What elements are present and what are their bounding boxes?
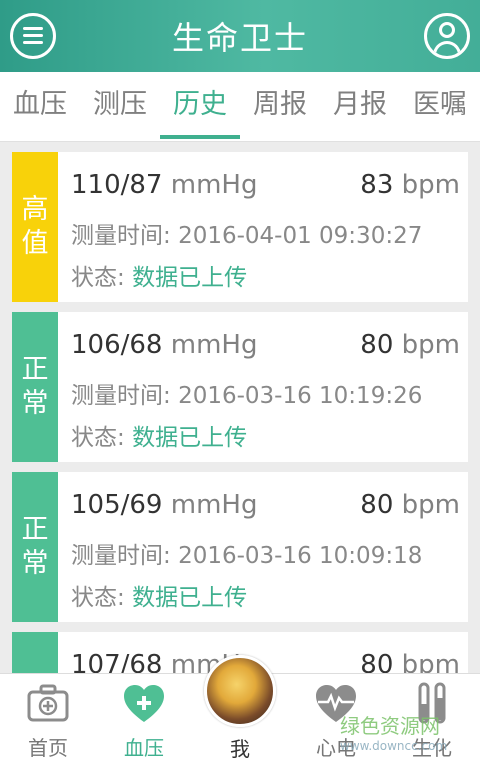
hr-number: 83 (360, 170, 394, 200)
blood-pressure-value: 106/68 mmHg (71, 330, 257, 360)
tab-bar: 血压 测压 历史 周报 月报 医嘱 (0, 72, 480, 142)
time-label: 测量时间: (71, 223, 171, 249)
time-label: 测量时间: (71, 383, 171, 409)
bp-unit: mmHg (170, 330, 258, 360)
status-label: 状态: (71, 425, 125, 451)
hr-unit: bpm (401, 650, 460, 673)
bp-number: 106/68 (71, 330, 163, 360)
time-value: 2016-04-01 09:30:27 (178, 223, 423, 249)
status-badge: 高值 (12, 152, 58, 302)
app-header: 生命卫士 (0, 0, 480, 72)
hr-unit: bpm (401, 330, 460, 360)
avatar[interactable] (204, 655, 276, 727)
bp-number: 107/68 (71, 650, 163, 673)
measure-time: 测量时间: 2016-03-16 10:09:18 (71, 536, 422, 570)
status-badge: 正常 (12, 472, 58, 622)
hr-number: 80 (360, 330, 394, 360)
time-value: 2016-03-16 10:19:26 (178, 383, 423, 409)
status-badge: 正常 (12, 632, 58, 673)
active-tab-indicator (160, 135, 240, 139)
upload-status: 状态: 数据已上传 (71, 578, 247, 612)
nav-label: 血压 (124, 736, 164, 760)
bp-number: 105/69 (71, 490, 163, 520)
tab-doctor-advice[interactable]: 医嘱 (400, 72, 480, 142)
watermark-text: 绿色资源网 (340, 714, 440, 738)
tab-blood-pressure[interactable]: 血压 (0, 72, 80, 142)
tab-monthly-report[interactable]: 月报 (320, 72, 400, 142)
heart-rate-value: 80 bpm (360, 330, 460, 360)
blood-pressure-value: 105/69 mmHg (71, 490, 257, 520)
status-badge: 正常 (12, 312, 58, 462)
hr-number: 80 (360, 650, 394, 673)
menu-icon[interactable] (10, 13, 56, 59)
hr-unit: bpm (401, 170, 460, 200)
time-value: 2016-03-16 10:09:18 (178, 543, 423, 569)
history-record[interactable]: 正常 106/68 mmHg 80 bpm 测量时间: 2016-03-16 1… (12, 312, 468, 462)
history-record[interactable]: 正常 105/69 mmHg 80 bpm 测量时间: 2016-03-16 1… (12, 472, 468, 622)
watermark: 绿色资源网 www.downcc.com (340, 710, 475, 754)
status-label: 状态: (71, 585, 125, 611)
bp-number: 110/87 (71, 170, 163, 200)
watermark-url: www.downcc.com (340, 739, 448, 753)
tab-weekly-report[interactable]: 周报 (240, 72, 320, 142)
measure-time: 测量时间: 2016-04-01 09:30:27 (71, 216, 422, 250)
status-value: 数据已上传 (132, 265, 248, 291)
blood-pressure-value: 110/87 mmHg (71, 170, 257, 200)
status-value: 数据已上传 (132, 585, 248, 611)
heart-rate-value: 83 bpm (360, 170, 460, 200)
hr-unit: bpm (401, 490, 460, 520)
upload-status: 状态: 数据已上传 (71, 418, 247, 452)
status-label: 状态: (71, 265, 125, 291)
user-icon[interactable] (424, 13, 470, 59)
hr-number: 80 (360, 490, 394, 520)
heart-rate-value: 80 bpm (360, 650, 460, 673)
nav-home[interactable]: 首页 (0, 674, 96, 761)
heart-rate-value: 80 bpm (360, 490, 460, 520)
upload-status: 状态: 数据已上传 (71, 258, 247, 292)
heart-plus-icon (124, 685, 164, 722)
nav-label: 首页 (28, 736, 68, 760)
history-list[interactable]: 高值 110/87 mmHg 83 bpm 测量时间: 2016-04-01 0… (0, 142, 480, 673)
measure-time: 测量时间: 2016-03-16 10:19:26 (71, 376, 422, 410)
tab-measure[interactable]: 测压 (80, 72, 160, 142)
bp-unit: mmHg (170, 490, 258, 520)
bp-unit: mmHg (170, 170, 258, 200)
nav-me-label[interactable]: 我 (204, 733, 276, 761)
time-label: 测量时间: (71, 543, 171, 569)
history-record[interactable]: 高值 110/87 mmHg 83 bpm 测量时间: 2016-04-01 0… (12, 152, 468, 302)
tab-history[interactable]: 历史 (160, 72, 240, 142)
status-value: 数据已上传 (132, 425, 248, 451)
app-title: 生命卫士 (171, 19, 308, 57)
nav-blood-pressure[interactable]: 血压 (96, 674, 192, 761)
medkit-icon (27, 684, 69, 722)
